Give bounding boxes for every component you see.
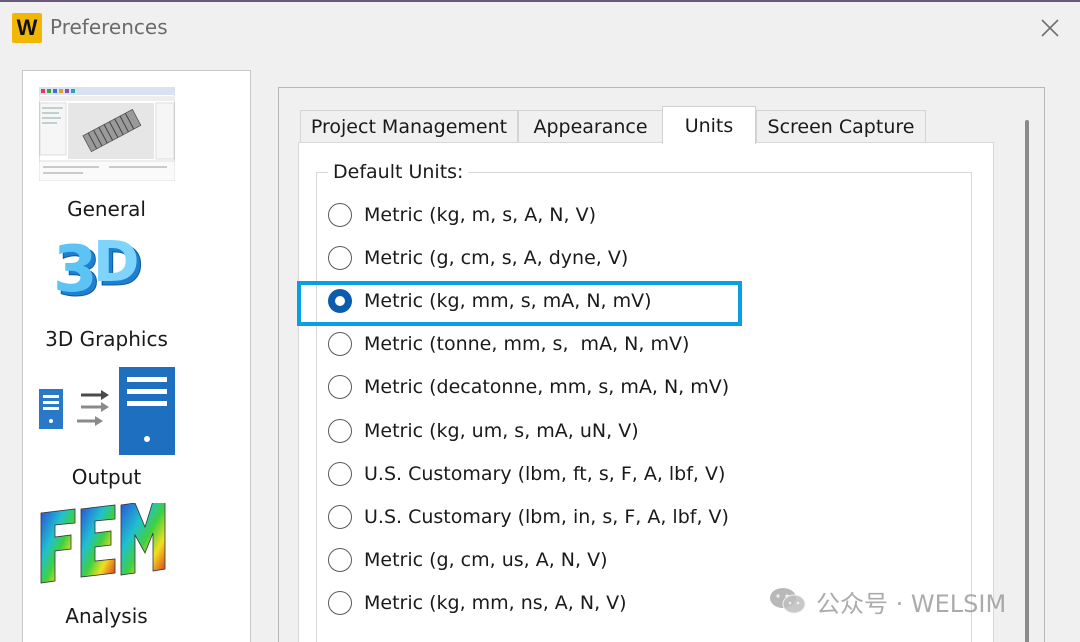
category-general-label: General bbox=[67, 197, 146, 221]
3d-graphics-icon: 3 3 D D bbox=[53, 230, 144, 312]
category-3d-graphics[interactable]: 3 3 D D 3D Graphics bbox=[23, 221, 250, 351]
default-units-group-title: Default Units: bbox=[328, 161, 469, 183]
category-output[interactable]: Output bbox=[23, 363, 250, 489]
radio-label: U.S. Customary (lbm, in, s, F, A, lbf, V… bbox=[364, 506, 729, 528]
category-analysis[interactable]: Analysis bbox=[23, 499, 250, 629]
svg-text:3: 3 bbox=[53, 233, 98, 307]
tab-appearance[interactable]: Appearance bbox=[518, 110, 663, 142]
tab-units[interactable]: Units bbox=[662, 106, 756, 144]
watermark-text: 公众号 · WELSIM bbox=[816, 589, 1007, 618]
wechat-icon bbox=[770, 588, 806, 614]
radio-label: Metric (g, cm, us, A, N, V) bbox=[364, 549, 608, 571]
general-screenshot-icon bbox=[39, 87, 175, 181]
category-output-label: Output bbox=[71, 465, 142, 489]
radio-button[interactable] bbox=[328, 203, 352, 227]
window-title: Preferences bbox=[50, 15, 168, 39]
radio-button[interactable] bbox=[328, 505, 352, 529]
radio-label: Metric (tonne, mm, s, mA, N, mV) bbox=[364, 333, 690, 355]
radio-label: Metric (g, cm, s, A, dyne, V) bbox=[364, 247, 629, 269]
tab-screen-capture[interactable]: Screen Capture bbox=[756, 110, 926, 142]
category-analysis-label: Analysis bbox=[65, 604, 148, 628]
svg-text:D: D bbox=[93, 230, 139, 295]
radio-button[interactable] bbox=[328, 419, 352, 443]
title-bar: W Preferences bbox=[0, 2, 1080, 52]
radio-button[interactable] bbox=[328, 332, 352, 356]
close-icon bbox=[1041, 19, 1059, 37]
radio-label: Metric (kg, um, s, mA, uN, V) bbox=[364, 420, 639, 442]
category-3d-graphics-label: 3D Graphics bbox=[45, 327, 168, 351]
units-option[interactable]: U.S. Customary (lbm, ft, s, F, A, lbf, V… bbox=[328, 459, 725, 489]
radio-button[interactable] bbox=[328, 462, 352, 486]
units-option[interactable]: Metric (decatonne, mm, s, mA, N, mV) bbox=[328, 372, 729, 402]
radio-label: Metric (kg, mm, ns, A, N, V) bbox=[364, 592, 627, 614]
tab-project-management[interactable]: Project Management bbox=[300, 110, 518, 142]
close-button[interactable] bbox=[1030, 10, 1070, 46]
units-option[interactable]: Metric (kg, mm, ns, A, N, V) bbox=[328, 588, 627, 618]
category-general[interactable]: General bbox=[23, 81, 250, 221]
units-option[interactable]: Metric (g, cm, us, A, N, V) bbox=[328, 545, 608, 575]
selection-highlight-box bbox=[297, 281, 742, 326]
units-option[interactable]: Metric (kg, m, s, A, N, V) bbox=[328, 200, 596, 230]
watermark: 公众号 · WELSIM bbox=[768, 584, 1006, 618]
fem-analysis-icon bbox=[40, 503, 166, 584]
radio-label: Metric (decatonne, mm, s, mA, N, mV) bbox=[364, 376, 730, 398]
units-option[interactable]: U.S. Customary (lbm, in, s, F, A, lbf, V… bbox=[328, 502, 729, 532]
units-option[interactable]: Metric (g, cm, s, A, dyne, V) bbox=[328, 243, 628, 273]
units-option[interactable]: Metric (tonne, mm, s, mA, N, mV) bbox=[328, 329, 689, 359]
radio-button[interactable] bbox=[328, 246, 352, 270]
radio-button[interactable] bbox=[328, 548, 352, 572]
radio-button[interactable] bbox=[328, 375, 352, 399]
radio-button[interactable] bbox=[328, 591, 352, 615]
app-logo-icon: W bbox=[12, 13, 42, 43]
output-icon bbox=[39, 367, 175, 455]
scrollbar-thumb[interactable] bbox=[1025, 120, 1029, 642]
radio-label: Metric (kg, m, s, A, N, V) bbox=[364, 204, 597, 226]
radio-label: U.S. Customary (lbm, ft, s, F, A, lbf, V… bbox=[364, 463, 726, 485]
category-list: General 3 3 D D 3D Graphics Output Analy… bbox=[22, 70, 251, 642]
units-option[interactable]: Metric (kg, um, s, mA, uN, V) bbox=[328, 416, 639, 446]
